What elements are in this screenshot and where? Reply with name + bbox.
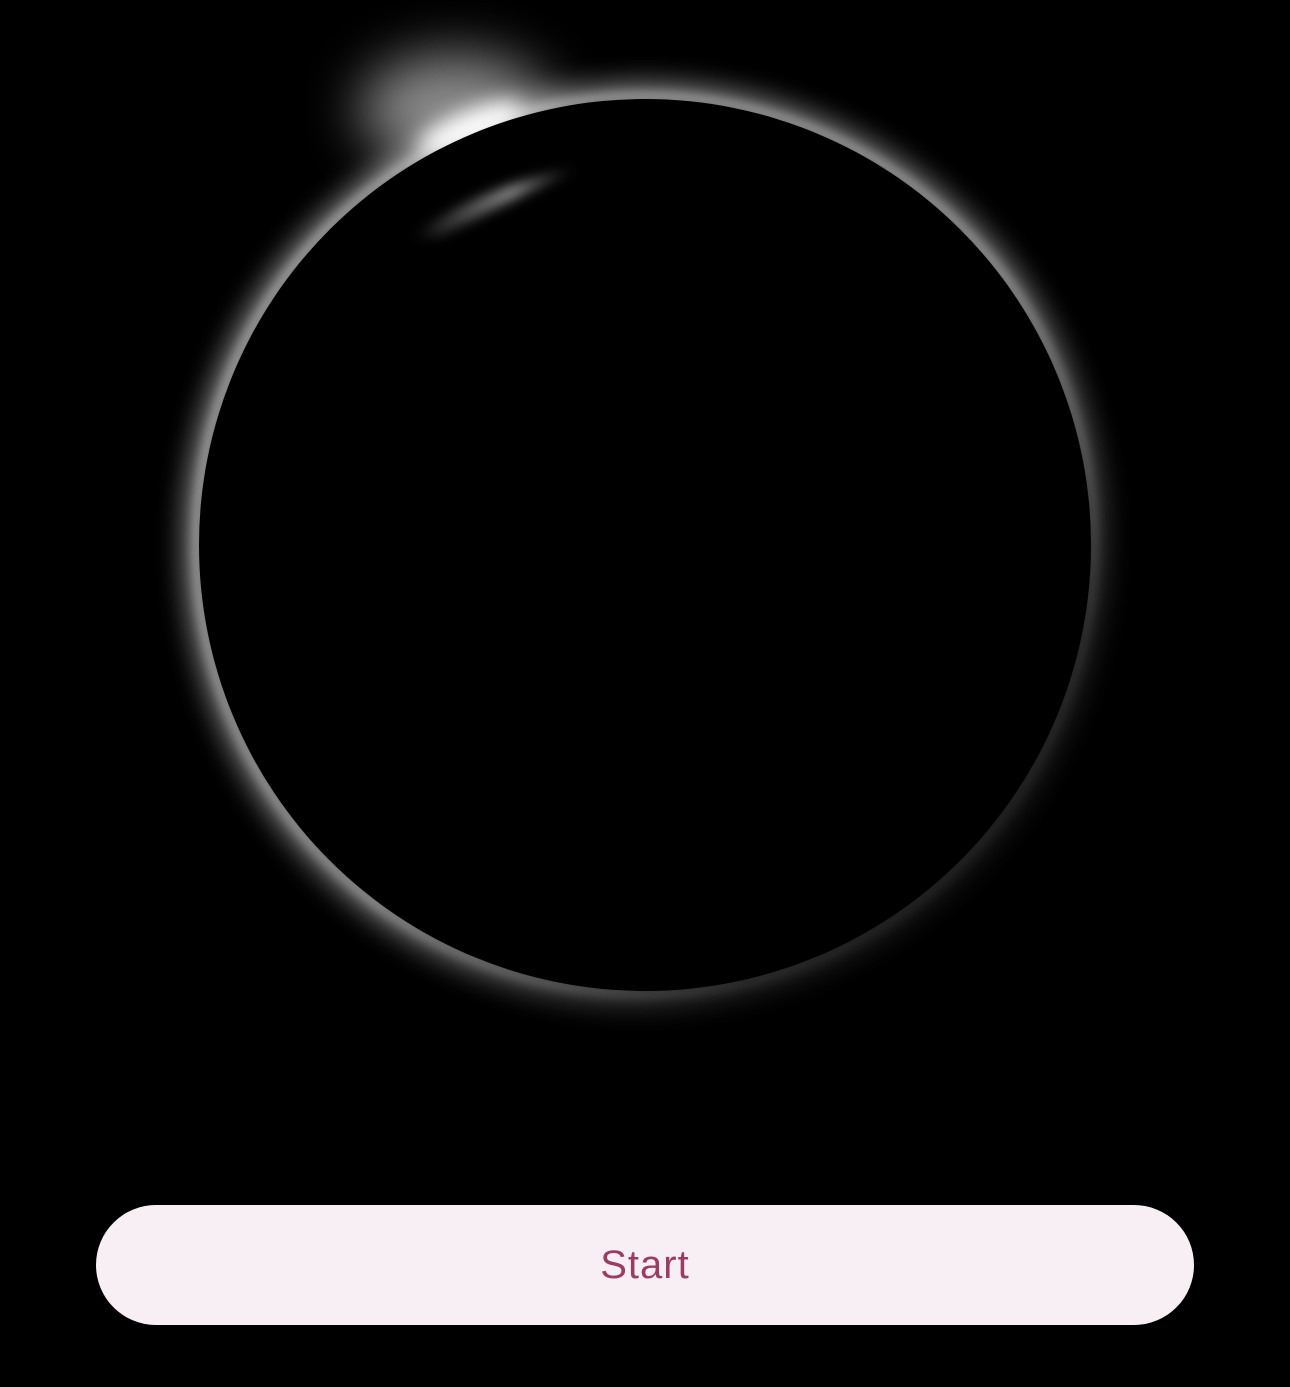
start-button-label: Start	[600, 1242, 690, 1287]
start-button[interactable]: Start	[96, 1205, 1194, 1325]
main-screen: Start	[0, 0, 1290, 1387]
solar-eclipse-icon	[186, 55, 1104, 1004]
moon-disk	[199, 99, 1091, 991]
